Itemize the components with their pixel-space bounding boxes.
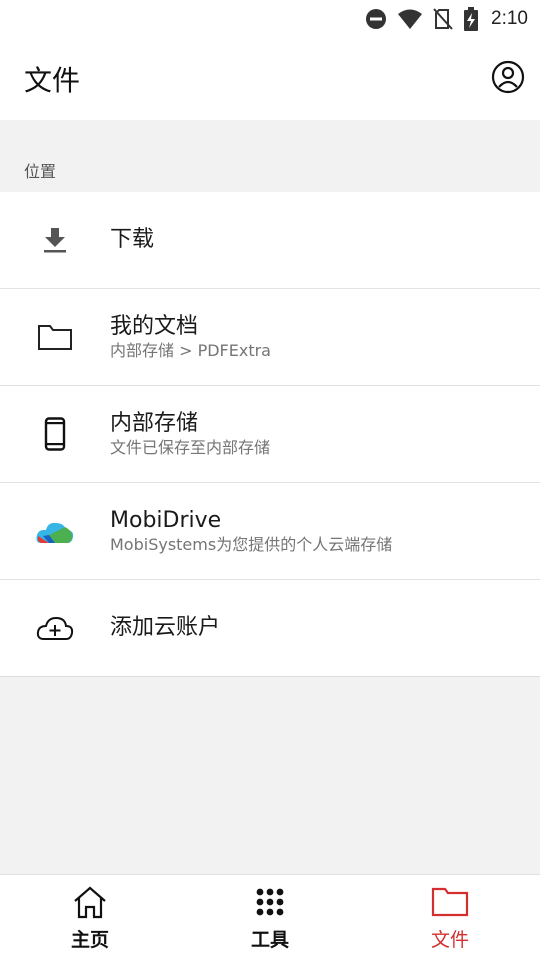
grid-icon <box>253 885 287 923</box>
status-time: 2:10 <box>491 8 528 29</box>
nav-label: 文件 <box>430 929 469 951</box>
do-not-disturb-icon <box>365 8 387 30</box>
list-item-mobidrive[interactable]: MobiDrive MobiSystems为您提供的个人云端存储 <box>0 483 540 580</box>
list-item-text: MobiDrive MobiSystems为您提供的个人云端存储 <box>110 507 524 555</box>
location-list: 下载 我的文档 内部存储 > PDFExtra 内部存储 文件已保存至内部存储 <box>0 192 540 677</box>
nav-label: 主页 <box>70 929 109 951</box>
battery-charging-icon <box>463 7 479 31</box>
list-item-subtitle: 内部存储 > PDFExtra <box>110 341 271 360</box>
list-item-text: 添加云账户 <box>110 614 524 642</box>
list-item-internal-storage[interactable]: 内部存储 文件已保存至内部存储 <box>0 386 540 483</box>
download-icon <box>30 215 80 265</box>
list-item-text: 我的文档 内部存储 > PDFExtra <box>110 313 524 361</box>
nav-item-home[interactable]: 主页 <box>0 875 180 960</box>
files-screen: 2:10 文件 位置 下载 我的文档 内部存储 > PDFExtra 内部存储 … <box>0 0 540 960</box>
list-item-text: 内部存储 文件已保存至内部存储 <box>110 410 524 458</box>
list-item-title: 内部存储 <box>110 411 199 436</box>
list-item-title: MobiDrive <box>110 508 222 533</box>
list-item-title: 下载 <box>110 227 155 252</box>
list-item-my-documents[interactable]: 我的文档 内部存储 > PDFExtra <box>0 289 540 386</box>
add-cloud-icon <box>30 603 80 653</box>
folder-icon <box>431 885 469 923</box>
account-icon <box>491 60 525 98</box>
list-item-add-cloud-account[interactable]: 添加云账户 <box>0 580 540 677</box>
bottom-nav: 主页 工具 文件 <box>0 874 540 960</box>
home-icon <box>71 885 109 923</box>
no-sim-icon <box>433 8 453 30</box>
app-bar: 文件 <box>0 38 540 120</box>
folder-icon <box>30 312 80 362</box>
list-item-title: 添加云账户 <box>110 615 221 640</box>
list-item-subtitle: 文件已保存至内部存储 <box>110 438 271 457</box>
status-bar: 2:10 <box>0 0 540 38</box>
list-item-text: 下载 <box>110 226 524 254</box>
mobidrive-icon <box>30 506 80 556</box>
nav-item-tools[interactable]: 工具 <box>180 875 360 960</box>
section-label: 位置 <box>24 162 57 181</box>
list-item-subtitle: MobiSystems为您提供的个人云端存储 <box>110 535 393 554</box>
nav-label: 工具 <box>250 929 289 951</box>
nav-item-files[interactable]: 文件 <box>360 875 540 960</box>
wifi-icon <box>397 8 423 30</box>
account-button[interactable] <box>488 59 528 99</box>
list-item-download[interactable]: 下载 <box>0 192 540 289</box>
list-item-title: 我的文档 <box>110 314 199 339</box>
page-title: 文件 <box>24 64 81 97</box>
phone-icon <box>30 409 80 459</box>
